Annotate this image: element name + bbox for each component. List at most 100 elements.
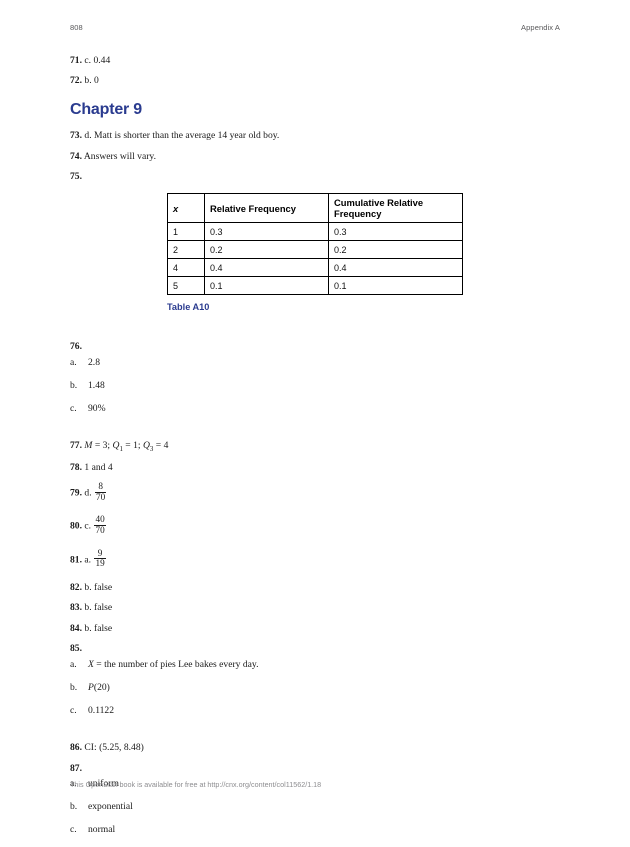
median-symbol: M [84,439,93,451]
table-row: 4 0.4 0.4 [167,258,463,278]
answer-text: 1 and 4 [84,461,113,473]
page-number: 808 [70,23,83,32]
cell-x: 1 [167,222,205,242]
answer-choice: a. [84,553,92,565]
q3-subscript: 3 [149,445,154,453]
answer-number: 87. [70,762,82,774]
list-item: c. normal [70,824,562,837]
answer-item-85: 85. [70,643,562,656]
chapter-heading: Chapter 9 [70,101,142,119]
list-marker: b. [70,380,78,392]
q3-value: = 4 [155,439,169,451]
answer-item-81: 81. a. 9 19 [70,547,562,569]
cell-x: 4 [167,258,205,278]
random-variable-symbol: X [88,659,94,671]
list-item: c. 0.1122 [70,705,562,718]
answer-item-76: 76. [70,341,562,354]
answer-number: 86. [70,742,82,754]
list-item: b. 1.48 [70,380,562,393]
median-value: = 3; [94,439,111,451]
answer-item-87: 87. [70,763,562,776]
q3-symbol: Q [142,439,150,451]
answer-choice: d. [84,487,92,499]
list-marker: b. [70,682,78,694]
cell-relative-frequency: 0.4 [204,258,329,278]
answer-item-77: 77. M = 3; Q1 = 1; Q3 = 4 [70,440,562,454]
table-row: 5 0.1 0.1 [167,276,463,296]
table-header-row: x Relative Frequency Cumulative Relative… [167,193,463,224]
list-item: b. exponential [70,801,562,814]
cell-cumulative-relative-frequency: 0.1 [328,276,463,296]
answer-item-79: 79. d. 8 70 [70,481,562,502]
answer-number: 85. [70,643,82,655]
column-header-cumulative-relative-frequency: Cumulative Relative Frequency [328,193,463,224]
answer-item-82: 82. b. false [70,582,562,595]
answer-number: 78. [70,461,82,473]
cell-relative-frequency: 0.2 [204,240,329,260]
fraction-denominator: 70 [95,491,107,502]
fraction: 40 70 [94,515,106,536]
answer-number: 82. [70,582,82,594]
running-head-section: Appendix A [521,23,560,32]
answer-number: 79. [70,487,82,499]
table-row: 2 0.2 0.2 [167,240,463,260]
answer-85-sublist: a. X = the number of pies Lee bakes ever… [70,659,562,718]
page-content: 71. c. 0.44 72. b. 0 Chapter 9 73. d. Ma… [70,55,562,847]
fraction: 9 19 [94,547,106,569]
answer-number: 83. [70,602,82,614]
answer-item-78: 78. 1 and 4 [70,462,562,475]
list-item: c. 90% [70,403,562,416]
list-marker: b. [70,801,78,813]
list-item-text: 2.8 [88,357,100,369]
table-caption: Table A10 [167,302,210,313]
answer-text: b. false [84,622,113,634]
answer-item-75: 75. [70,171,562,184]
answer-item-83: 83. b. false [70,602,562,615]
answer-item-80: 80. c. 40 70 [70,515,562,535]
cell-cumulative-relative-frequency: 0.3 [328,222,463,242]
list-item-text: 90% [88,403,106,414]
answer-item-72: 72. b. 0 [70,75,562,88]
column-header-x: x [167,193,205,224]
answer-number: 74. [70,150,82,162]
answer-number: 80. [70,520,82,532]
list-item: b. P(20) [70,682,562,695]
column-header-relative-frequency: Relative Frequency [204,193,329,224]
frequency-table: x Relative Frequency Cumulative Relative… [167,193,463,296]
list-marker: c. [70,403,77,414]
list-marker: c. [70,705,77,717]
textbook-page: 808 Appendix A 71. c. 0.44 72. b. 0 Chap… [0,0,630,835]
fraction-numerator: 9 [97,547,103,558]
list-item-text: = the number of pies Lee bakes every day… [96,659,259,671]
answer-text: Answers will vary. [83,150,156,162]
list-item-text: 0.1122 [88,705,115,717]
list-marker: a. [70,357,77,369]
answer-text: d. Matt is shorter than the average 14 y… [84,130,280,142]
table-row: 1 0.3 0.3 [167,222,463,242]
answer-number: 75. [70,171,82,183]
answer-number: 76. [70,341,82,353]
cell-cumulative-relative-frequency: 0.4 [328,258,463,278]
answer-choice: c. [84,520,92,532]
answer-item-86: 86. CI: (5.25, 8.48) [70,742,562,755]
cell-x: 2 [167,240,205,260]
answer-text: b. false [84,602,113,614]
cell-cumulative-relative-frequency: 0.2 [328,240,463,260]
answer-text: CI: (5.25, 8.48) [84,742,144,754]
answer-number: 72. [70,75,82,87]
q1-subscript: 1 [119,445,123,453]
fraction-denominator: 70 [94,525,106,536]
cell-x: 5 [167,276,205,296]
answer-text: c. 0.44 [84,55,111,66]
answer-text: b. false [84,582,113,594]
answer-item-73: 73. d. Matt is shorter than the average … [70,130,562,143]
cell-relative-frequency: 0.3 [204,222,329,242]
answer-item-84: 84. b. false [70,623,562,636]
list-item-text: exponential [88,801,133,813]
list-marker: c. [70,824,77,836]
q1-value: = 1; [125,439,141,451]
list-item-text: (20) [93,682,110,694]
list-marker: a. [70,659,77,671]
